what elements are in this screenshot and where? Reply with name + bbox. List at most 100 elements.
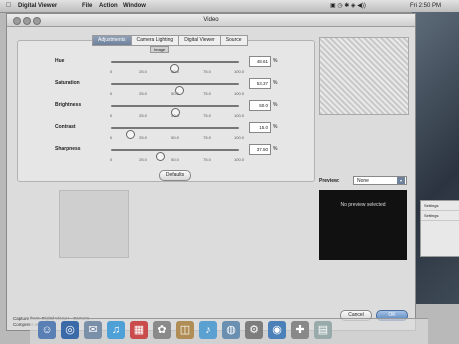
side-panel-item[interactable]: Settings <box>421 201 459 211</box>
preview-icon[interactable]: ◍ <box>222 321 240 339</box>
defaults-button[interactable]: Defaults <box>159 170 191 181</box>
slider-row-sharpness: Sharpness 0 25.0 50.0 75.0 100.0 37.50% <box>23 142 293 164</box>
tick-label: 25.0 <box>139 135 147 140</box>
photo-icon[interactable]: ✿ <box>153 321 171 339</box>
apple-icon[interactable]:  <box>6 0 11 12</box>
tick-label: 50.0 <box>171 157 179 162</box>
menu-bar:  Digital Viewer File Action Window ▣ ◷ … <box>0 0 459 13</box>
slider-row-contrast: Contrast 0 25.0 50.0 75.0 100.0 15.0% <box>23 120 293 142</box>
slider-value-field[interactable]: 15.0 <box>249 122 271 133</box>
tick-label: 0 <box>109 69 113 74</box>
address-book-icon[interactable]: ◫ <box>176 321 194 339</box>
chevron-down-icon: ▾ <box>397 177 405 184</box>
preview-box: No preview selected <box>319 190 407 260</box>
slider-label: Hue <box>55 58 65 64</box>
percent-unit: % <box>273 58 278 64</box>
image-subtab[interactable]: Image <box>150 46 170 53</box>
tick-label: 100.0 <box>233 91 245 96</box>
slider-track[interactable] <box>111 83 239 95</box>
tick-label: 0 <box>109 157 113 162</box>
slider-value-field[interactable]: 37.50 <box>249 144 271 155</box>
preview-select-value: None <box>357 178 369 184</box>
video-settings-window: Video Adjustments Camera Lighting Digita… <box>6 13 416 331</box>
preview-label: Preview: <box>319 178 340 184</box>
slider-row-hue: Hue 0 25.0 50.0 75.0 100.0 48.61% <box>23 54 293 76</box>
percent-unit: % <box>273 146 278 152</box>
slider-track[interactable] <box>111 127 239 139</box>
app-menu[interactable]: Digital Viewer <box>18 0 57 12</box>
slider-track[interactable] <box>111 61 239 73</box>
slider-knob[interactable] <box>155 152 165 161</box>
dock: ☺ ◎ ✉ ♫ ▦ ✿ ◫ ♪ ◍ ⚙ ◉ ✚ ▤ <box>30 318 428 344</box>
slider-label: Saturation <box>55 80 80 86</box>
tab-camera-lighting[interactable]: Camera Lighting <box>130 35 180 46</box>
file-menu[interactable]: File <box>82 0 92 12</box>
side-panel-item[interactable]: Settings <box>421 211 459 221</box>
preview-select[interactable]: None ▾ <box>353 176 407 185</box>
action-menu[interactable]: Action <box>99 0 118 12</box>
close-icon[interactable] <box>13 17 21 25</box>
grab-icon[interactable]: ✚ <box>291 321 309 339</box>
system-prefs-icon[interactable]: ⚙ <box>245 321 263 339</box>
mail-icon[interactable]: ✉ <box>84 321 102 339</box>
slider-track[interactable] <box>111 149 239 161</box>
tick-label: 0 <box>109 113 113 118</box>
quicktime-icon[interactable]: ◉ <box>268 321 286 339</box>
tick-label: 100.0 <box>233 69 245 74</box>
itunes-note-icon[interactable]: ♪ <box>199 321 217 339</box>
tick-label: 25.0 <box>139 91 147 96</box>
tick-label: 0 <box>109 91 113 96</box>
tick-label: 75.0 <box>203 135 211 140</box>
tick-label: 100.0 <box>233 113 245 118</box>
percent-unit: % <box>273 102 278 108</box>
ical-icon[interactable]: ▦ <box>130 321 148 339</box>
tab-source[interactable]: Source <box>219 35 248 46</box>
tab-digital-viewer[interactable]: Digital Viewer <box>178 35 221 46</box>
minimize-icon[interactable] <box>23 17 31 25</box>
no-preview-message: No preview selected <box>340 202 386 208</box>
tick-label: 50.0 <box>171 113 179 118</box>
faded-preview-area <box>59 190 129 258</box>
slider-row-brightness: Brightness 0 25.0 50.0 75.0 100.0 50.0% <box>23 98 293 120</box>
tick-label: 25.0 <box>139 69 147 74</box>
window-menu[interactable]: Window <box>123 0 146 12</box>
slider-value-field[interactable]: 53.37 <box>249 78 271 89</box>
desktop-background <box>412 12 459 304</box>
slider-knob[interactable] <box>126 130 136 139</box>
tick-label: 75.0 <box>203 113 211 118</box>
slider-label: Sharpness <box>55 146 81 152</box>
slider-value-field[interactable]: 48.61 <box>249 56 271 67</box>
zoom-icon[interactable] <box>33 17 41 25</box>
status-icons[interactable]: ▣ ◷ ✱ ◈ ◀)) <box>330 0 366 12</box>
slider-track[interactable] <box>111 105 239 117</box>
trash-icon[interactable]: ▤ <box>314 321 332 339</box>
window-title: Video <box>203 17 219 23</box>
window-controls <box>13 17 43 30</box>
title-bar[interactable]: Video <box>7 14 415 27</box>
tick-label: 50.0 <box>171 69 179 74</box>
finder-icon[interactable]: ☺ <box>38 321 56 339</box>
tick-label: 25.0 <box>139 157 147 162</box>
tick-label: 25.0 <box>139 113 147 118</box>
slider-label: Contrast <box>55 124 76 130</box>
tick-label: 75.0 <box>203 69 211 74</box>
slider-label: Brightness <box>55 102 82 108</box>
slider-row-saturation: Saturation 0 25.0 50.0 75.0 100.0 53.37% <box>23 76 293 98</box>
itunes-icon[interactable]: ♫ <box>107 321 125 339</box>
safari-icon[interactable]: ◎ <box>61 321 79 339</box>
tab-adjustments[interactable]: Adjustments <box>92 35 132 46</box>
tick-label: 75.0 <box>203 157 211 162</box>
percent-unit: % <box>273 80 278 86</box>
tick-label: 0 <box>109 135 113 140</box>
tick-label: 100.0 <box>233 157 245 162</box>
camera-preview-image <box>319 37 409 115</box>
tick-label: 100.0 <box>233 135 245 140</box>
clock[interactable]: Fri 2:50 PM <box>410 0 441 12</box>
slider-value-field[interactable]: 50.0 <box>249 100 271 111</box>
background-side-panel: Settings Settings <box>420 200 459 257</box>
tick-label: 75.0 <box>203 91 211 96</box>
tick-label: 50.0 <box>171 135 179 140</box>
percent-unit: % <box>273 124 278 130</box>
tab-bar: Adjustments Camera Lighting Digital View… <box>92 35 248 46</box>
tick-label: 50.0 <box>171 91 179 96</box>
